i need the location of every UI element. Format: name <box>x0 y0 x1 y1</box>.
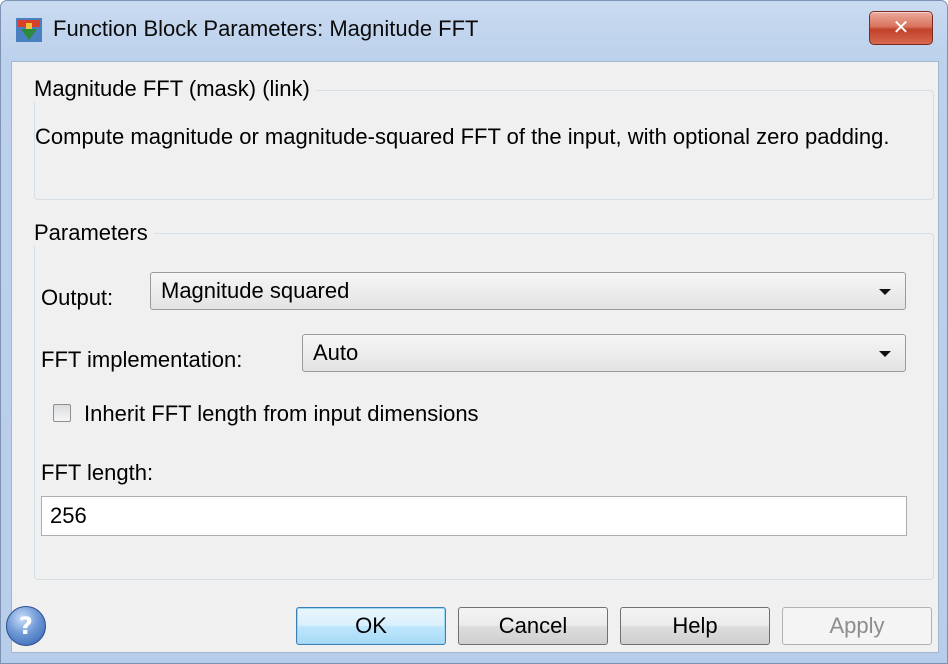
apply-button[interactable]: Apply <box>782 607 932 645</box>
fft-implementation-dropdown-value: Auto <box>313 340 359 365</box>
inherit-fft-length-checkbox[interactable] <box>53 404 71 422</box>
title-bar[interactable]: Function Block Parameters: Magnitude FFT… <box>1 1 947 61</box>
inherit-fft-length-label[interactable]: Inherit FFT length from input dimensions <box>84 401 479 427</box>
simulink-block-icon <box>16 18 42 42</box>
description-group-legend: Magnitude FFT (mask) (link) <box>28 76 316 102</box>
help-icon[interactable]: ? <box>6 606 46 646</box>
help-button[interactable]: Help <box>620 607 770 645</box>
fft-length-label: FFT length: <box>41 460 154 485</box>
dialog-client-area: Magnitude FFT (mask) (link) Compute magn… <box>6 61 939 653</box>
ok-button[interactable]: OK <box>296 607 446 645</box>
block-description: Compute magnitude or magnitude-squared F… <box>35 124 890 149</box>
dialog-window: Function Block Parameters: Magnitude FFT… <box>0 0 948 664</box>
cancel-button[interactable]: Cancel <box>458 607 608 645</box>
fft-length-input[interactable]: 256 <box>41 496 907 536</box>
fft-implementation-dropdown[interactable]: Auto <box>302 334 906 372</box>
fft-length-value: 256 <box>50 503 87 528</box>
output-dropdown-value: Magnitude squared <box>161 278 350 303</box>
output-label: Output: <box>41 285 114 310</box>
close-icon: ✕ <box>892 15 910 39</box>
fft-implementation-label: FFT implementation: <box>41 347 243 372</box>
window-title: Function Block Parameters: Magnitude FFT <box>53 16 479 41</box>
parameters-group-legend: Parameters <box>28 220 154 246</box>
output-dropdown[interactable]: Magnitude squared <box>150 272 906 310</box>
close-button[interactable]: ✕ <box>869 11 933 45</box>
chevron-down-icon <box>879 289 891 295</box>
chevron-down-icon <box>879 351 891 357</box>
